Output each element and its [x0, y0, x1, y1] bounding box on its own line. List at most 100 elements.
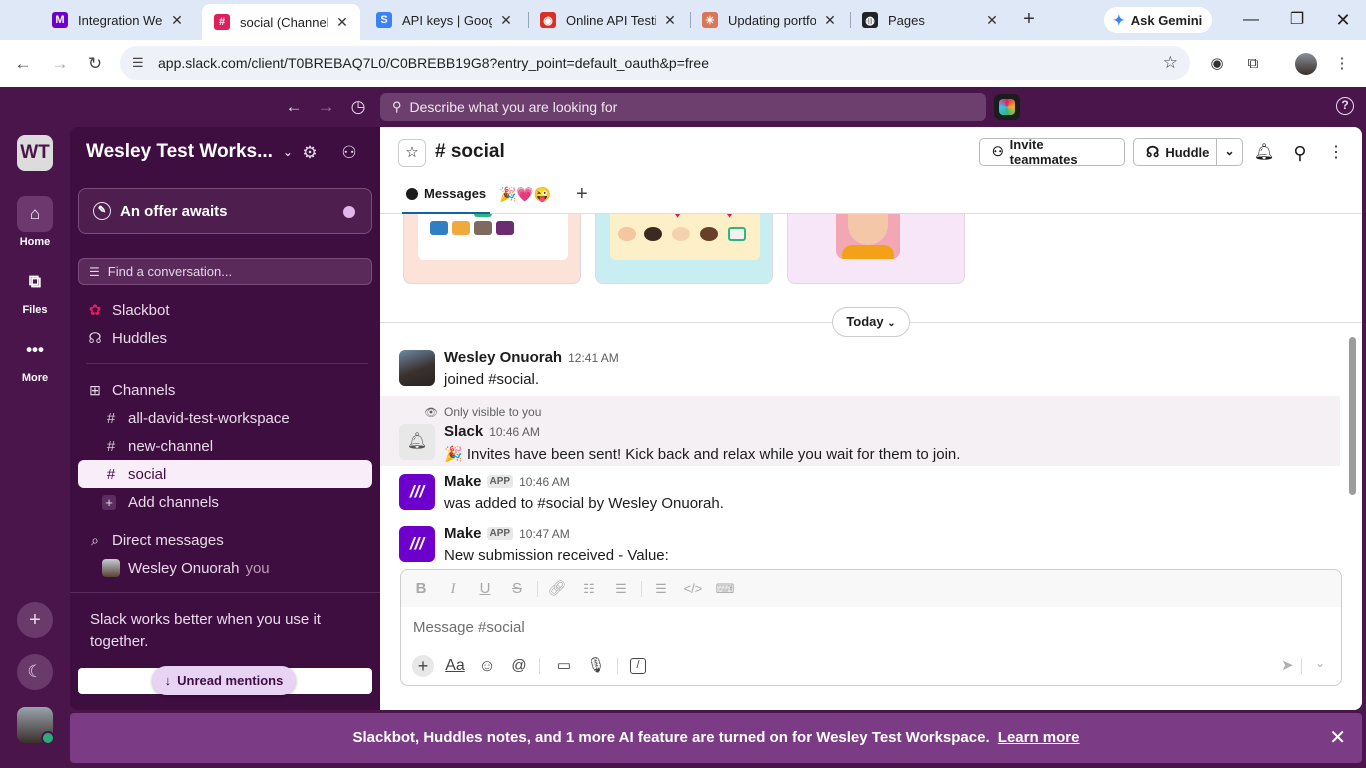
video-clip-icon[interactable]: ▭: [553, 655, 575, 677]
back-arrow-icon[interactable]: ←: [9, 50, 37, 78]
history-clock-icon[interactable]: ◷: [346, 95, 370, 119]
browser-tab-social[interactable]: # social (Channel) - ✕: [202, 4, 360, 40]
history-back-icon[interactable]: ←: [282, 95, 306, 119]
close-tab-icon[interactable]: ✕: [662, 12, 678, 29]
tab-messages[interactable]: Messages: [401, 186, 491, 214]
unread-mentions-button[interactable]: ↓ Unread mentions: [152, 666, 296, 695]
huddle-button[interactable]: ☊ Huddle ⌄: [1133, 138, 1243, 166]
sidebar-channel-new-channel[interactable]: # new-channel: [78, 432, 372, 460]
message-time[interactable]: 10:46 AM: [519, 475, 570, 489]
url-text[interactable]: app.slack.com/client/T0BREBAQ7L0/C0BREBB…: [158, 55, 709, 71]
close-banner-icon[interactable]: ✕: [1329, 713, 1346, 763]
close-tab-icon[interactable]: ✕: [984, 12, 1000, 29]
notification-bell-icon[interactable]: 🔔︎: [1250, 139, 1278, 167]
sidebar-dm-wesley[interactable]: Wesley Onuorah you: [78, 554, 372, 582]
formatting-aa-icon[interactable]: Aa: [444, 655, 466, 677]
dark-mode-moon-icon[interactable]: ☾: [17, 654, 53, 690]
sidebar-channel-all-david[interactable]: # all-david-test-workspace: [78, 404, 372, 432]
message-input[interactable]: Message #social: [413, 619, 525, 636]
date-divider-button[interactable]: Today ⌄: [832, 307, 910, 337]
close-tab-icon[interactable]: ✕: [822, 12, 838, 29]
tab-emoji-canvas[interactable]: 🎉💗😜: [499, 186, 551, 203]
forward-arrow-icon[interactable]: →: [46, 50, 74, 78]
rail-more-button[interactable]: ••• More: [0, 332, 70, 384]
browser-tab-integration[interactable]: M Integration Webh ✕: [40, 6, 195, 34]
add-person-icon[interactable]: ⚇: [337, 141, 361, 165]
reload-icon[interactable]: ↻: [81, 50, 109, 78]
ask-gemini-button[interactable]: ✦ Ask Gemini: [1104, 7, 1212, 33]
sidebar-item-slackbot[interactable]: ✿ Slackbot: [78, 296, 372, 324]
code-icon[interactable]: </>: [683, 579, 703, 599]
rail-home-button[interactable]: ⌂ Home: [0, 196, 70, 248]
bookmark-star-icon[interactable]: ☆: [1163, 53, 1178, 73]
underline-icon[interactable]: U: [475, 579, 495, 599]
browser-tab-portfolio[interactable]: ✳ Updating portfoli ✕: [690, 6, 848, 34]
make-app-avatar[interactable]: ///: [399, 474, 435, 510]
make-app-avatar[interactable]: ///: [399, 526, 435, 562]
template-card-image[interactable]: ♥ ♥: [595, 214, 773, 284]
message-time[interactable]: 10:47 AM: [519, 527, 570, 541]
slack-search-bar[interactable]: ⚲ Describe what you are looking for: [380, 93, 986, 121]
message-item[interactable]: /// Make APP 10:47 AM New submission recei…: [380, 518, 1340, 567]
italic-icon[interactable]: I: [443, 579, 463, 599]
add-channels-button[interactable]: + Add channels: [78, 488, 372, 516]
invite-teammates-button[interactable]: ⚇ Invite teammates: [979, 137, 1125, 167]
link-icon[interactable]: 🔗︎: [547, 579, 567, 599]
code-block-icon[interactable]: ⌨: [715, 579, 735, 599]
add-tab-plus-icon[interactable]: +: [576, 183, 588, 206]
learn-more-link[interactable]: Learn more: [998, 729, 1080, 746]
workspace-menu[interactable]: Wesley Test Works... ⌄: [86, 141, 293, 163]
strikethrough-icon[interactable]: S: [507, 579, 527, 599]
create-new-icon[interactable]: +: [17, 602, 53, 638]
channel-title[interactable]: # social: [435, 141, 505, 163]
sidebar-item-huddles[interactable]: ☊ Huddles: [78, 324, 372, 352]
slack-ai-icon[interactable]: [994, 94, 1020, 120]
bulleted-list-icon[interactable]: ☰: [611, 579, 631, 599]
message-item[interactable]: 👁︎ Only visible to you 🔔︎ Slack 10:46 AM …: [380, 396, 1340, 466]
template-card-image[interactable]: [403, 214, 581, 284]
history-forward-icon[interactable]: →: [314, 95, 338, 119]
close-tab-icon[interactable]: ✕: [169, 12, 185, 29]
close-tab-icon[interactable]: ✕: [334, 14, 350, 31]
huddle-chevron-down-icon[interactable]: ⌄: [1216, 139, 1242, 165]
mention-icon[interactable]: @: [508, 655, 530, 677]
message-item[interactable]: /// Make APP 10:46 AM was added to #social…: [380, 466, 1340, 518]
message-author[interactable]: Slack 10:46 AM: [444, 423, 540, 440]
workspace-switcher-icon[interactable]: WT: [17, 135, 53, 171]
search-icon[interactable]: ⚲: [1286, 139, 1314, 167]
browser-tab-pages[interactable]: ◍ Pages ✕: [850, 6, 1010, 34]
address-bar[interactable]: ☰ app.slack.com/client/T0BREBAQ7L0/C0BRE…: [120, 46, 1190, 80]
direct-messages-section-header[interactable]: ⌕ Direct messages: [78, 532, 224, 549]
settings-gear-icon[interactable]: ⚙: [298, 141, 322, 165]
bold-icon[interactable]: B: [411, 579, 431, 599]
channels-section-header[interactable]: ⊞ Channels: [78, 382, 175, 399]
site-info-icon[interactable]: ☰: [132, 55, 144, 71]
find-conversation-input[interactable]: ☰ Find a conversation...: [78, 258, 372, 285]
blockquote-icon[interactable]: ☰: [651, 579, 671, 599]
browser-tab-api-testing[interactable]: ◉ Online API Testin ✕: [528, 6, 688, 34]
restore-window-button[interactable]: ❐: [1277, 8, 1317, 32]
new-tab-button[interactable]: +: [1017, 8, 1041, 32]
extensions-puzzle-icon[interactable]: ⧉: [1241, 52, 1265, 76]
send-icon[interactable]: ➤: [1281, 656, 1294, 674]
microphone-icon[interactable]: 🎙︎: [585, 655, 607, 677]
slash-commands-icon[interactable]: /: [630, 658, 646, 674]
browser-tab-api-keys[interactable]: S API keys | Google ✕: [364, 6, 524, 34]
message-time[interactable]: 10:46 AM: [489, 425, 540, 439]
minimize-window-button[interactable]: —: [1231, 8, 1271, 32]
more-vertical-icon[interactable]: ⋮: [1322, 139, 1350, 167]
feed-scrollbar[interactable]: [1349, 337, 1356, 495]
help-icon[interactable]: ?: [1336, 97, 1354, 115]
message-author[interactable]: Wesley Onuorah 12:41 AM: [444, 349, 619, 366]
user-avatar[interactable]: [17, 707, 55, 745]
author-avatar[interactable]: [399, 350, 435, 386]
star-channel-icon[interactable]: ☆: [398, 139, 426, 167]
numbered-list-icon[interactable]: ☷: [579, 579, 599, 599]
close-window-button[interactable]: ✕: [1323, 8, 1363, 32]
message-item[interactable]: Wesley Onuorah 12:41 AM joined #social.: [380, 344, 1340, 396]
attach-plus-icon[interactable]: +: [412, 655, 434, 677]
sidebar-channel-social[interactable]: # social: [78, 460, 372, 488]
rail-files-button[interactable]: ⧉ Files: [0, 264, 70, 316]
emoji-icon[interactable]: ☺: [476, 655, 498, 677]
browser-menu-icon[interactable]: ⋮: [1330, 52, 1354, 76]
